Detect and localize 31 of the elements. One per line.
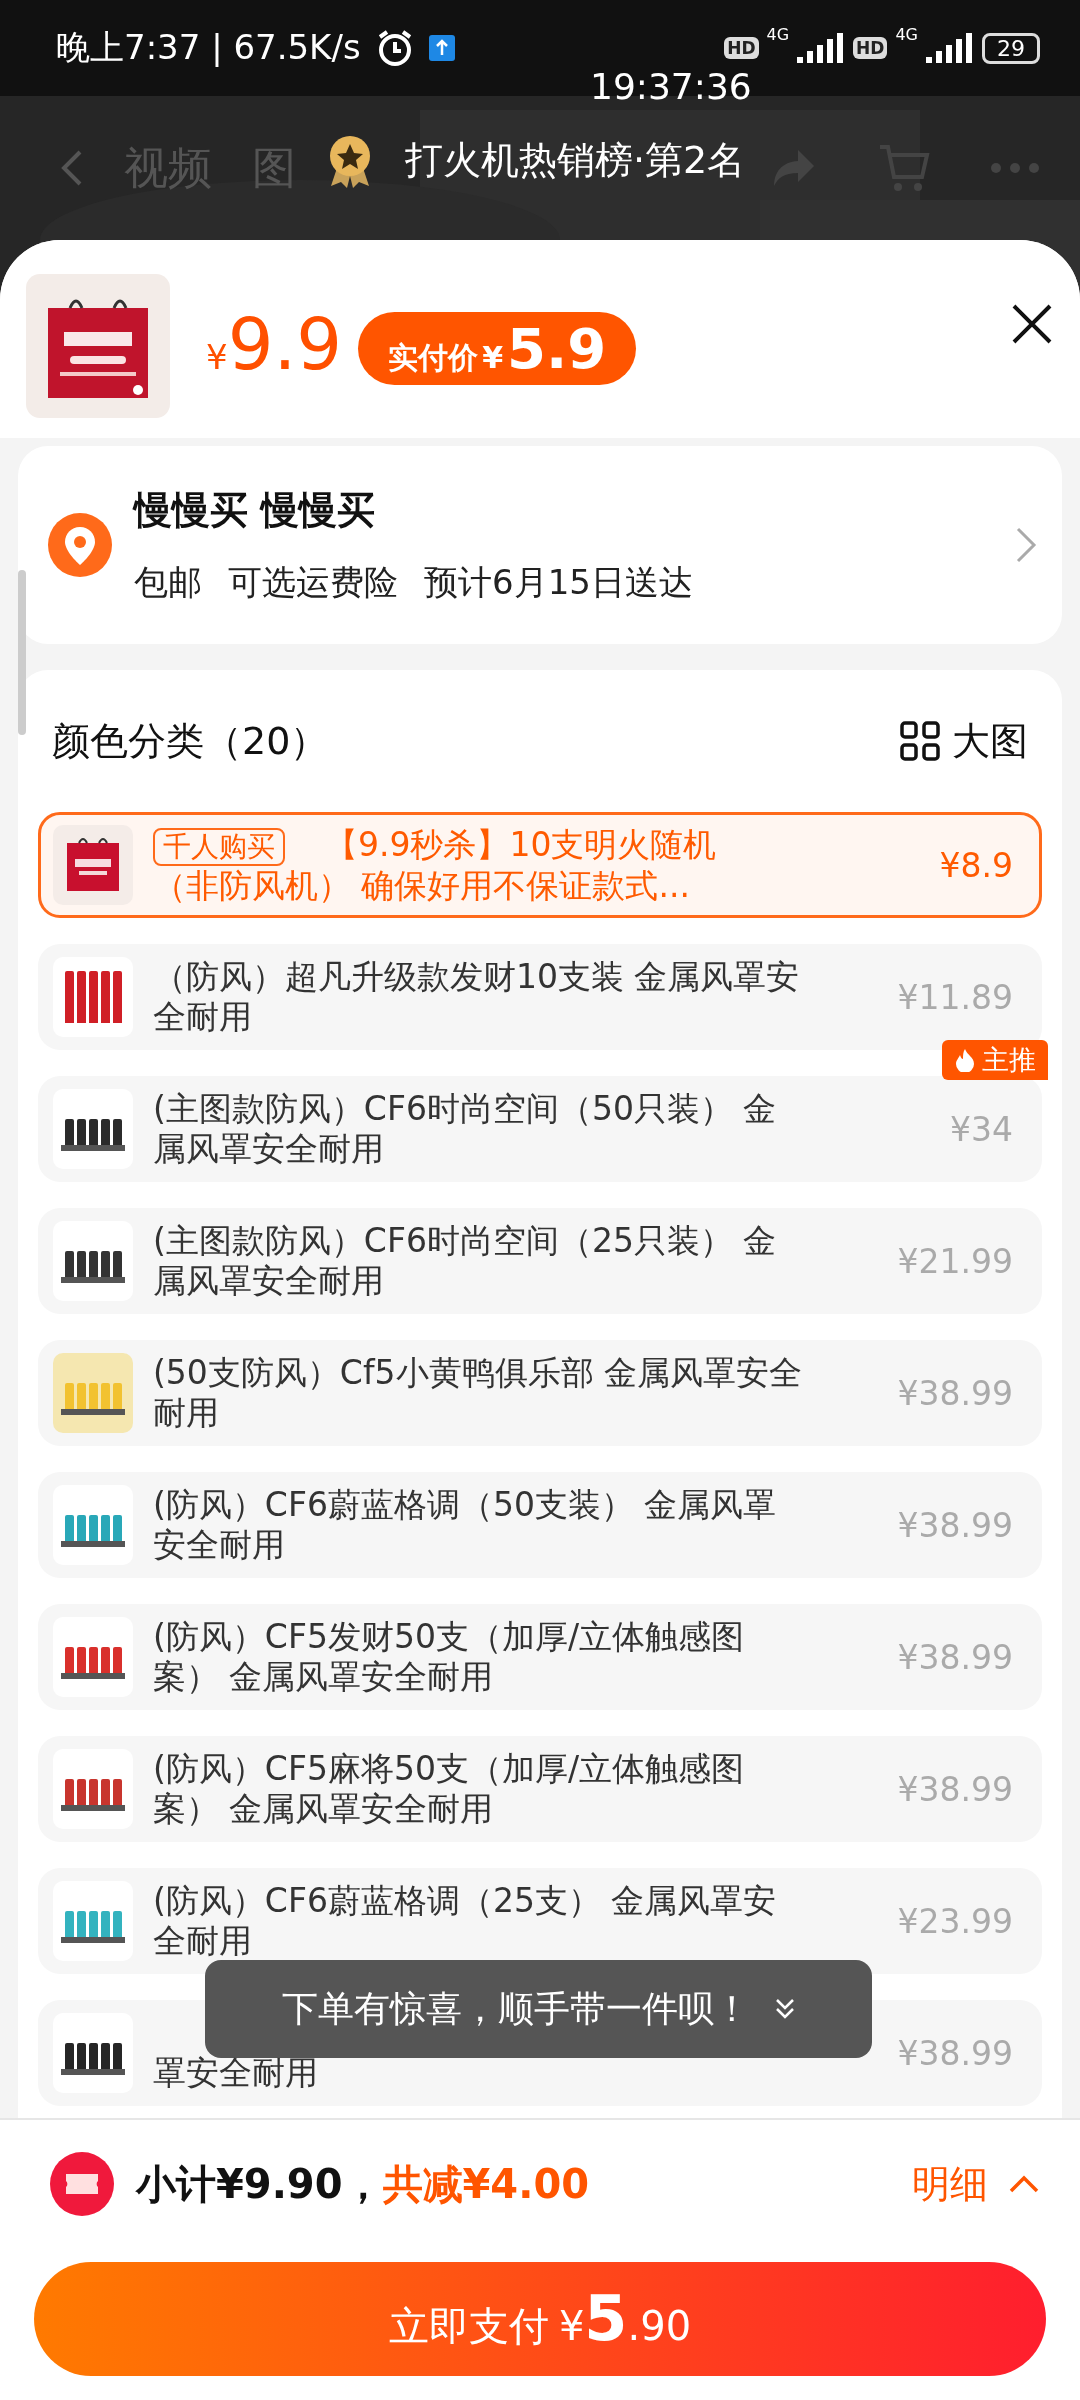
product-price: ¥9.9 (206, 302, 343, 386)
toast-text: 下单有惊喜，顺手带一件呗！ (281, 1986, 750, 2031)
delivery-info: 可选运费险 (228, 560, 398, 604)
option-price: ¥34 (950, 1109, 1013, 1149)
option-name: 千人购买 【9.9秒杀】10支明火随机（非防风机） 确保好用不保证款式... (153, 824, 718, 906)
option-price: ¥11.89 (897, 977, 1013, 1017)
section-title: 颜色分类（20） (52, 717, 329, 765)
option-price: ¥38.99 (897, 1769, 1013, 1809)
delivery-info: 包邮 (134, 560, 202, 604)
option-price: ¥38.99 (897, 1373, 1013, 1413)
option-name: (50支防风）Cf5小黄鸭俱乐部 金属风罩安全耐用 (153, 1353, 803, 1433)
subtotal: 小计¥9.90， (136, 2159, 383, 2209)
discount-total: 共减¥4.00 (382, 2159, 590, 2209)
option-name: (防风）CF5发财50支（加厚/立体触感图案） 金属风罩安全耐用 (153, 1617, 745, 1697)
delivery-info: 预计6月15日送达 (424, 560, 693, 604)
option-price: ¥21.99 (897, 1241, 1013, 1281)
option-name: (主图款防风）CF6时尚空间（50只装） 金属风罩安全耐用 (153, 1089, 778, 1169)
option-name: (防风）CF6蔚蓝格调（25支） 金属风罩安全耐用 (153, 1881, 778, 1961)
option-price: ¥8.9 (939, 845, 1013, 885)
option-price: ¥38.99 (897, 2033, 1013, 2073)
option-name: （防风）超凡升级款发财10支装 金属风罩安全耐用 (153, 957, 801, 1037)
actual-price-badge: 实付价¥5.9 (358, 312, 637, 385)
option-name: (主图款防风）CF6时尚空间（25只装） 金属风罩安全耐用 (153, 1221, 778, 1301)
option-name: (防风）CF5麻将50支（加厚/立体触感图案） 金属风罩安全耐用 (153, 1749, 745, 1829)
recommend-badge: 主推 (942, 1040, 1048, 1080)
recipient-name: 慢慢买 慢慢买 (134, 486, 377, 534)
option-price: ¥38.99 (897, 1505, 1013, 1545)
option-price: ¥23.99 (897, 1901, 1013, 1941)
tag-label: 千人购买 (153, 827, 285, 866)
option-name: (防风）CF6蔚蓝格调（50支装） 金属风罩安全耐用 (153, 1485, 778, 1565)
option-price: ¥38.99 (897, 1637, 1013, 1677)
